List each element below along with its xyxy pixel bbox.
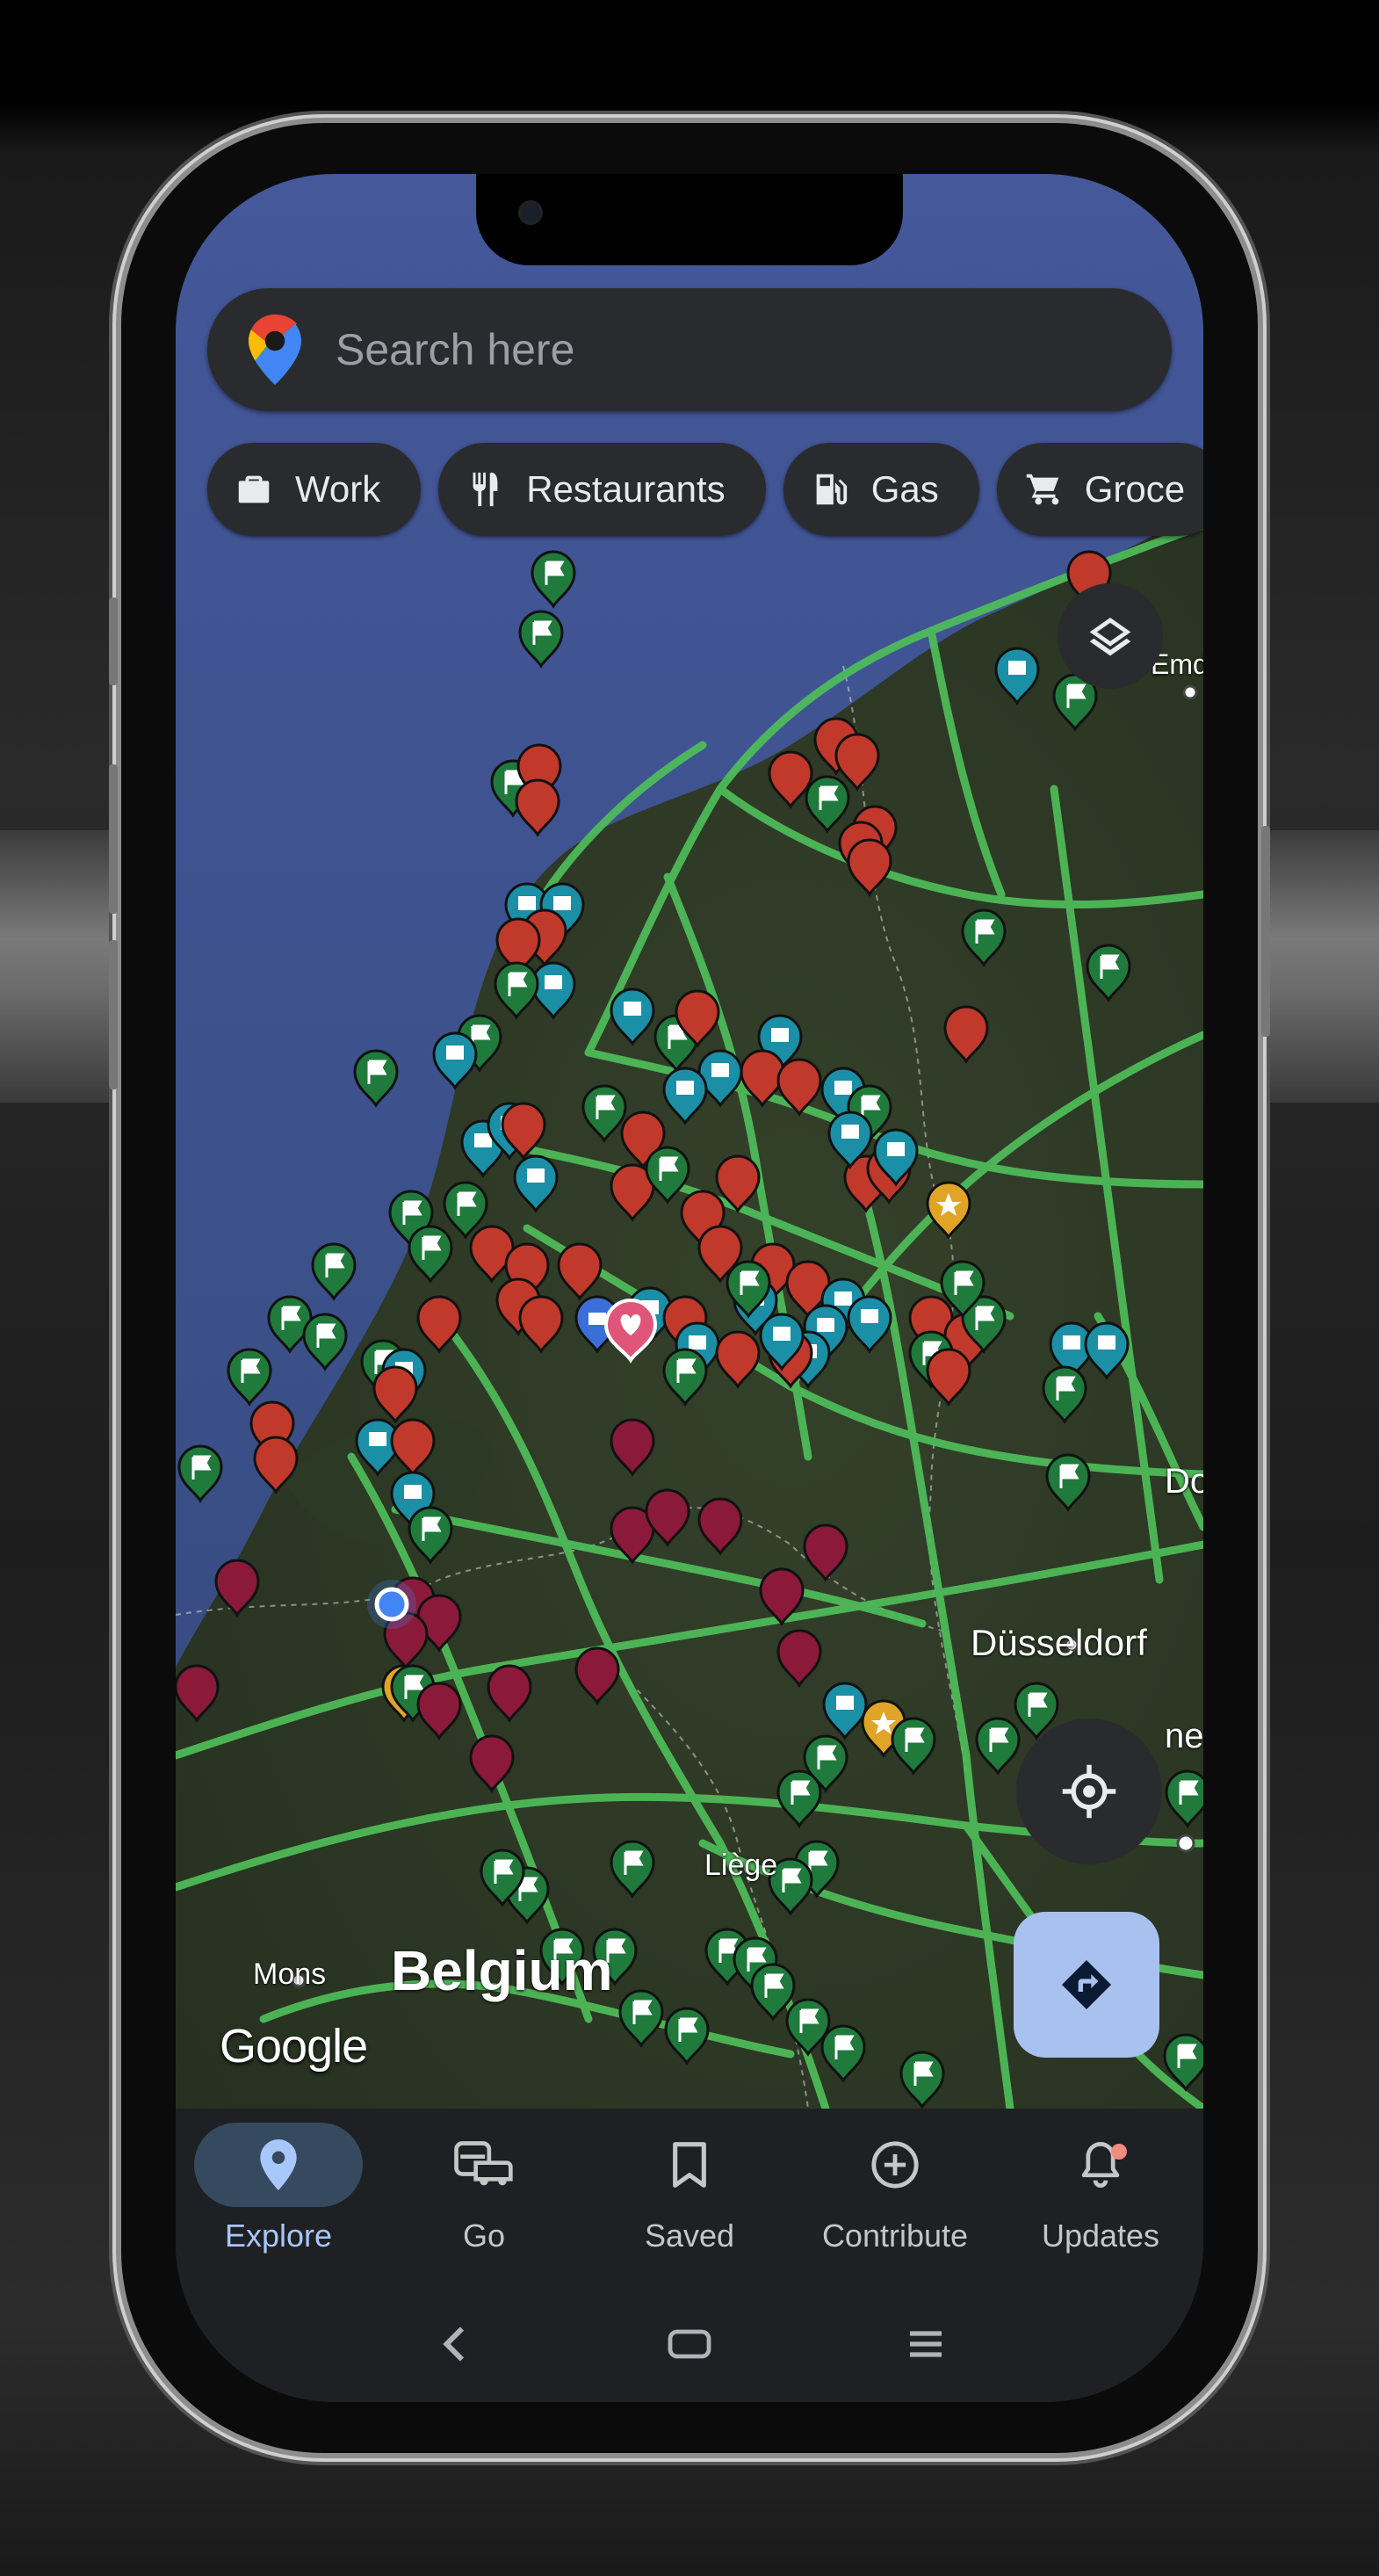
nav-saved-indicator	[605, 2123, 774, 2207]
bookmark-icon	[673, 2142, 706, 2188]
nav-go[interactable]: Go	[381, 2109, 587, 2284]
nav-updates[interactable]: Updates	[998, 2109, 1203, 2284]
home-square-icon	[668, 2329, 711, 2359]
chip-restaurants[interactable]: Restaurants	[438, 443, 766, 536]
nav-updates-indicator	[1016, 2123, 1185, 2207]
nav-contribute-indicator	[811, 2123, 979, 2207]
map-label-belgium: Belgium	[391, 1939, 613, 2002]
system-back-button[interactable]	[427, 2318, 480, 2370]
add-circle-icon	[871, 2141, 919, 2189]
briefcase-icon	[238, 475, 270, 503]
nav-explore[interactable]: Explore	[176, 2109, 381, 2284]
layers-icon	[1089, 618, 1131, 656]
front-camera	[518, 200, 543, 225]
my-location-button[interactable]	[1016, 1719, 1162, 1864]
nav-explore-label: Explore	[224, 2218, 333, 2254]
gas-station-icon	[816, 474, 847, 505]
cart-icon	[1026, 474, 1058, 505]
volume-down-button	[109, 940, 118, 1089]
system-recents-button[interactable]	[899, 2318, 952, 2370]
commute-icon	[454, 2141, 513, 2186]
crosshair-icon	[1062, 1764, 1116, 1819]
chip-label: Gas	[870, 468, 939, 510]
notification-badge	[1111, 2144, 1127, 2160]
chip-label: Restaurants	[526, 468, 726, 510]
menu-lines-icon	[910, 2331, 942, 2357]
directions-icon	[1062, 1960, 1111, 2009]
system-navigation-bar	[176, 2318, 1203, 2370]
directions-button[interactable]	[1014, 1912, 1159, 2058]
current-location-dot[interactable]	[367, 1580, 416, 1629]
power-button	[1261, 826, 1270, 1037]
system-home-button[interactable]	[663, 2318, 716, 2370]
screen: Mons Belgium Düsseldorf Liège Emd Do ne …	[176, 174, 1203, 2402]
nav-explore-indicator	[194, 2123, 363, 2207]
chevron-left-icon	[443, 2326, 465, 2362]
category-chips: Work Restaurants Gas Groce	[207, 443, 1203, 538]
google-attribution: Google	[220, 2020, 368, 2073]
bottom-navigation: Explore Go Saved Contribute Updates	[176, 2109, 1203, 2402]
map-layers-button[interactable]	[1058, 583, 1163, 689]
chip-work[interactable]: Work	[207, 443, 422, 536]
chip-label: Groce	[1084, 468, 1186, 510]
explore-pin-icon	[260, 2139, 297, 2190]
map-label-cologne: ne	[1165, 1717, 1203, 1755]
camera-notch	[476, 174, 903, 265]
nav-contribute-label: Contribute	[821, 2218, 969, 2254]
map-label-liege: Liège	[704, 1849, 778, 1882]
city-dot-cologne	[1176, 1834, 1195, 1853]
nav-saved-label: Saved	[644, 2218, 735, 2254]
stand-right	[1256, 830, 1379, 1103]
chip-label: Work	[295, 468, 381, 510]
city-dot-emden	[1182, 684, 1198, 700]
map-label-mons: Mons	[253, 1957, 327, 1991]
volume-up-button	[109, 764, 118, 914]
chip-groceries[interactable]: Groce	[996, 443, 1203, 536]
chip-gas[interactable]: Gas	[783, 443, 979, 536]
google-maps-logo-icon	[249, 315, 301, 385]
silent-switch	[109, 597, 118, 685]
nav-contribute[interactable]: Contribute	[792, 2109, 998, 2284]
nav-go-label: Go	[462, 2218, 506, 2254]
map-label-dusseldorf: Düsseldorf	[971, 1622, 1147, 1663]
stand-left	[0, 830, 123, 1103]
nav-saved[interactable]: Saved	[587, 2109, 792, 2284]
map-label-dortmund: Do	[1165, 1462, 1203, 1501]
search-bar[interactable]	[207, 288, 1172, 411]
nav-go-indicator	[400, 2123, 568, 2207]
nav-updates-label: Updates	[1041, 2218, 1160, 2254]
search-input[interactable]	[334, 323, 1040, 376]
phone-frame: Mons Belgium Düsseldorf Liège Emd Do ne …	[109, 123, 1270, 2453]
fork-knife-icon	[473, 472, 498, 507]
